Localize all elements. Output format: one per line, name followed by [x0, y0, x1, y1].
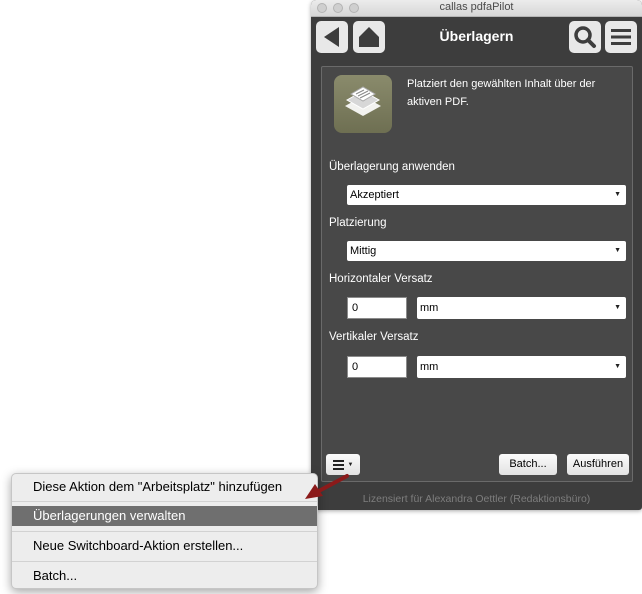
vertical-offset-unit-value: mm [420, 361, 439, 373]
dropdown-arrow-icon: ▼ [614, 247, 621, 254]
menu-item-new-switchboard-action[interactable]: Neue Switchboard-Aktion erstellen... [12, 536, 317, 556]
vertical-offset-input[interactable]: 0 [347, 356, 407, 378]
toolbar-title: Überlagern [439, 28, 514, 44]
horizontal-offset-label: Horizontaler Versatz [329, 273, 433, 285]
horizontal-offset-unit-dropdown[interactable]: mm ▼ [417, 297, 626, 319]
license-text: Lizensiert für Alexandra Oettler (Redakt… [362, 493, 591, 505]
menu-separator [12, 531, 317, 532]
overlay-dropdown-value: Akzeptiert [350, 189, 399, 201]
search-icon [574, 26, 596, 48]
placement-dropdown[interactable]: Mittig ▼ [347, 241, 626, 261]
callout-arrow-icon [305, 474, 349, 499]
context-menu: Diese Aktion dem "Arbeitsplatz" hinzufüg… [11, 473, 318, 589]
placement-dropdown-value: Mittig [350, 245, 377, 257]
horizontal-offset-input[interactable]: 0 [347, 297, 407, 319]
menu-separator [12, 501, 317, 502]
home-icon [359, 27, 379, 47]
window-title: callas pdfaPilot [439, 1, 514, 13]
dropdown-arrow-icon: ▼ [614, 363, 621, 370]
pdfapilot-window: callas pdfaPilot Überlagern Platziert de… [311, 0, 642, 510]
menu-item-manage-overlays[interactable]: Überlagerungen verwalten [12, 506, 317, 526]
chevron-down-icon: ▼ [347, 461, 354, 468]
dropdown-arrow-icon: ▼ [614, 304, 621, 311]
horizontal-offset-unit-value: mm [420, 302, 439, 314]
dropdown-arrow-icon: ▼ [614, 191, 621, 198]
batch-button[interactable]: Batch... [499, 454, 557, 475]
overlay-dropdown[interactable]: Akzeptiert ▼ [347, 185, 626, 205]
action-panel: Platziert den gewählten Inhalt über der … [321, 66, 633, 482]
menu-separator [12, 561, 317, 562]
search-button[interactable] [569, 21, 601, 53]
back-button[interactable] [316, 21, 348, 53]
placement-label: Platzierung [329, 217, 387, 229]
run-button[interactable]: Ausführen [567, 454, 629, 475]
menu-item-batch[interactable]: Batch... [12, 566, 317, 586]
menu-item-add-to-workspace[interactable]: Diese Aktion dem "Arbeitsplatz" hinzufüg… [12, 477, 317, 497]
overlay-label: Überlagerung anwenden [329, 161, 455, 173]
main-menu-button[interactable] [605, 21, 637, 53]
overlay-pages-icon [334, 75, 392, 133]
vertical-offset-label: Vertikaler Versatz [329, 331, 419, 343]
window-titlebar: callas pdfaPilot [311, 0, 642, 17]
vertical-offset-unit-dropdown[interactable]: mm ▼ [417, 356, 626, 378]
hamburger-menu-icon [611, 29, 631, 45]
toolbar: Überlagern [311, 17, 642, 58]
home-button[interactable] [353, 21, 385, 53]
back-arrow-icon [324, 27, 339, 47]
action-description: Platziert den gewählten Inhalt über der … [407, 78, 596, 108]
list-icon [332, 459, 344, 470]
